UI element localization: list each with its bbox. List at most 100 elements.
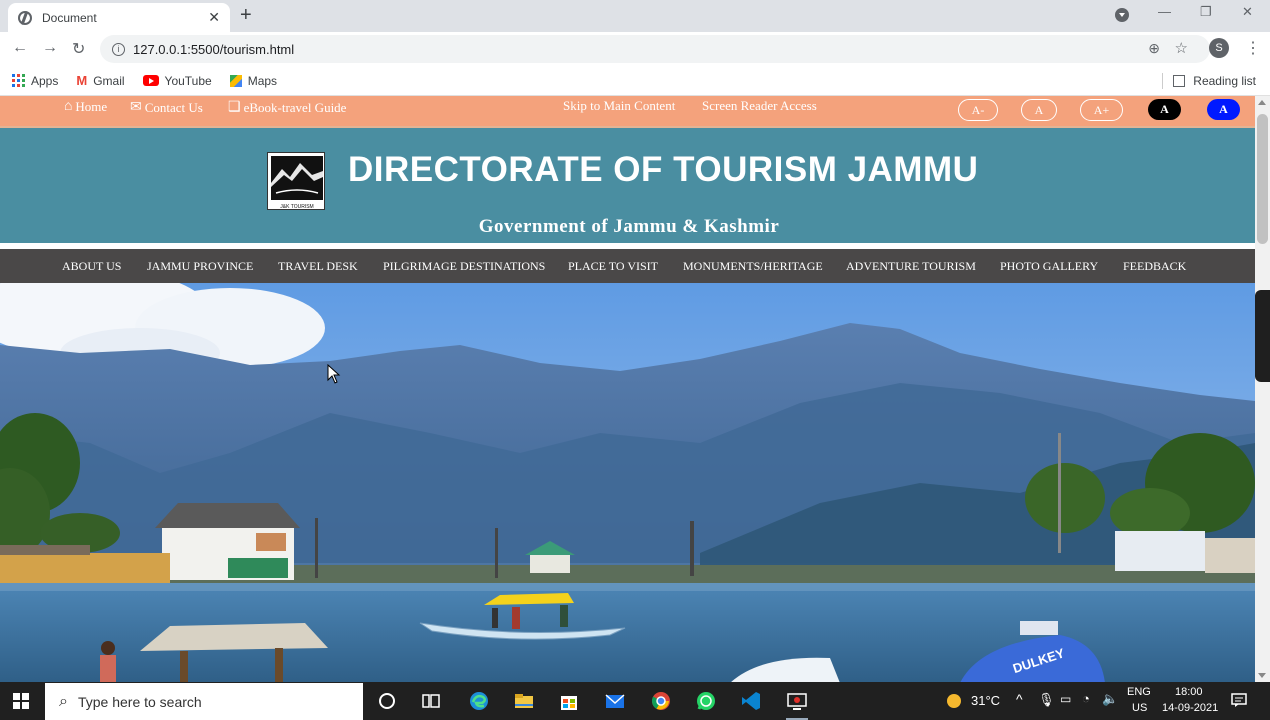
ebook-link-label: eBook-travel Guide [243, 99, 347, 115]
bookmark-youtube[interactable]: YouTube [142, 73, 212, 88]
task-view-icon[interactable] [420, 690, 442, 712]
web-page: ⌂ Home ✉ Contact Us ❑ eBook-travel Guide… [0, 96, 1255, 682]
tab-search-icon[interactable] [1115, 8, 1129, 22]
edge-icon[interactable] [468, 690, 490, 712]
skip-to-main-link[interactable]: Skip to Main Content [563, 98, 675, 114]
contrast-dark-button[interactable]: A [1148, 99, 1181, 120]
chrome-icon[interactable] [650, 690, 672, 712]
apps-icon [12, 74, 25, 87]
taskbar-search-placeholder: Type here to search [77, 693, 202, 710]
home-icon: ⌂ [64, 99, 73, 114]
zoom-icon[interactable]: ⊕ [1148, 40, 1160, 57]
mail-icon[interactable] [604, 690, 626, 712]
page-title: DIRECTORATE OF TOURISM JAMMU [348, 150, 979, 189]
bookmark-gmail[interactable]: M Gmail [76, 73, 124, 88]
clock-date[interactable]: 14-09-2021 [1162, 702, 1218, 714]
nav-place-to-visit[interactable]: PLACE TO VISIT [568, 259, 658, 274]
clock-time[interactable]: 18:00 [1175, 686, 1203, 698]
bookmark-star-icon[interactable]: ☆ [1175, 39, 1188, 57]
mouse-cursor-icon [327, 364, 341, 384]
bookmark-label: Maps [247, 73, 278, 88]
forward-icon[interactable]: → [42, 39, 58, 57]
scroll-up-icon[interactable] [1258, 100, 1266, 105]
page-subtitle: Government of Jammu & Kashmir [478, 216, 780, 237]
top-utility-bar: ⌂ Home ✉ Contact Us ❑ eBook-travel Guide… [0, 96, 1255, 128]
bookmark-apps[interactable]: Apps [12, 74, 58, 88]
nav-about-us[interactable]: ABOUT US [62, 259, 121, 274]
screen-recorder-icon[interactable] [786, 690, 808, 712]
reading-list-icon [1173, 74, 1186, 87]
store-icon[interactable] [558, 690, 580, 712]
book-icon: ❑ [228, 100, 241, 115]
minimize-icon[interactable]: — [1158, 4, 1171, 19]
microphone-icon[interactable]: 🎙 [1038, 692, 1055, 708]
contrast-blue-button[interactable]: A [1207, 99, 1240, 120]
browser-toolbar: ← → ↻ i 127.0.0.1:5500/tourism.html ⊕ ☆ … [0, 32, 1270, 66]
bookmark-label: YouTube [164, 73, 212, 88]
scroll-thumb[interactable] [1257, 114, 1268, 244]
taskbar-search[interactable]: ⌕ Type here to search [45, 683, 363, 720]
home-link[interactable]: ⌂ Home [64, 99, 107, 115]
ebook-link[interactable]: ❑ eBook-travel Guide [228, 99, 346, 116]
file-explorer-icon[interactable] [513, 690, 535, 712]
gmail-icon: M [76, 73, 88, 88]
contact-link[interactable]: ✉ Contact Us [130, 99, 203, 116]
nav-adventure-tourism[interactable]: ADVENTURE TOURISM [846, 259, 976, 274]
nav-jammu-province[interactable]: JAMMU PROVINCE [147, 259, 253, 274]
battery-icon[interactable]: ▭ [1060, 692, 1071, 706]
home-link-label: Home [75, 99, 108, 114]
main-navigation: ABOUT US JAMMU PROVINCE TRAVEL DESK PILG… [0, 249, 1255, 283]
bookmark-label: Apps [31, 73, 59, 88]
page-scrollbar[interactable] [1255, 96, 1270, 682]
volume-icon[interactable]: 🔈 [1102, 691, 1118, 707]
font-normal-button[interactable]: A [1021, 99, 1057, 121]
tray-chevron-icon[interactable]: ^ [1016, 691, 1023, 707]
vscode-icon[interactable] [740, 690, 762, 712]
reading-list-button[interactable]: Reading list [1162, 72, 1256, 89]
nav-photo-gallery[interactable]: PHOTO GALLERY [1000, 259, 1098, 274]
font-decrease-button[interactable]: A- [958, 99, 998, 121]
hero-banner-image: DULKEY [0, 283, 1255, 682]
site-header: J&K TOURISM DIRECTORATE OF TOURISM JAMMU… [0, 128, 1255, 246]
side-panel-handle[interactable] [1255, 290, 1270, 382]
mountain-logo-icon: J&K TOURISM [268, 153, 324, 209]
browser-tab[interactable]: Document ✕ [8, 3, 230, 32]
whatsapp-icon[interactable] [695, 690, 717, 712]
tab-favicon-icon [18, 10, 32, 25]
tab-title: Document [42, 10, 97, 25]
language-region[interactable]: US [1132, 702, 1147, 714]
contact-link-label: Contact Us [144, 99, 203, 115]
weather-sun-icon[interactable] [945, 692, 963, 710]
youtube-icon [142, 75, 159, 86]
address-bar[interactable]: i 127.0.0.1:5500/tourism.html ⊕ ☆ [100, 35, 1210, 63]
bookmarks-bar: Apps M Gmail YouTube Maps Reading list [0, 66, 1270, 96]
windows-start-icon[interactable] [13, 693, 29, 709]
site-info-icon[interactable]: i [112, 42, 125, 56]
weather-temp[interactable]: 31°C [971, 693, 1000, 708]
address-url[interactable]: 127.0.0.1:5500/tourism.html [133, 42, 294, 57]
language-code[interactable]: ENG [1127, 686, 1151, 698]
restore-icon[interactable]: ❐ [1200, 4, 1212, 20]
reading-list-label: Reading list [1193, 73, 1256, 88]
browser-menu-icon[interactable]: ⋮ [1245, 38, 1261, 58]
browser-tab-strip: Document ✕ + — ❐ ✕ [0, 0, 1270, 32]
nav-monuments-heritage[interactable]: MONUMENTS/HERITAGE [683, 259, 823, 274]
bookmark-maps[interactable]: Maps [229, 73, 278, 88]
screen-reader-link[interactable]: Screen Reader Access [702, 98, 817, 114]
reload-icon[interactable]: ↻ [72, 39, 85, 59]
scroll-down-icon[interactable] [1258, 673, 1266, 678]
font-increase-button[interactable]: A+ [1080, 99, 1123, 121]
tab-close-icon[interactable]: ✕ [208, 9, 220, 26]
window-close-icon[interactable]: ✕ [1242, 4, 1253, 20]
nav-travel-desk[interactable]: TRAVEL DESK [278, 259, 358, 274]
tourism-logo[interactable]: J&K TOURISM [267, 152, 325, 210]
profile-avatar[interactable]: S [1209, 38, 1229, 58]
cortana-icon[interactable] [376, 690, 398, 712]
wifi-icon[interactable]: ◔ [1082, 691, 1090, 706]
nav-feedback[interactable]: FEEDBACK [1123, 259, 1186, 274]
back-icon[interactable]: ← [12, 39, 28, 57]
notification-icon[interactable] [1231, 692, 1247, 708]
windows-taskbar: ⌕ Type here to search 31°C ^ 🎙 ▭ ◔ 🔈 ENG… [0, 682, 1270, 720]
new-tab-button[interactable]: + [240, 5, 252, 25]
nav-pilgrimage-destinations[interactable]: PILGRIMAGE DESTINATIONS [383, 259, 545, 274]
